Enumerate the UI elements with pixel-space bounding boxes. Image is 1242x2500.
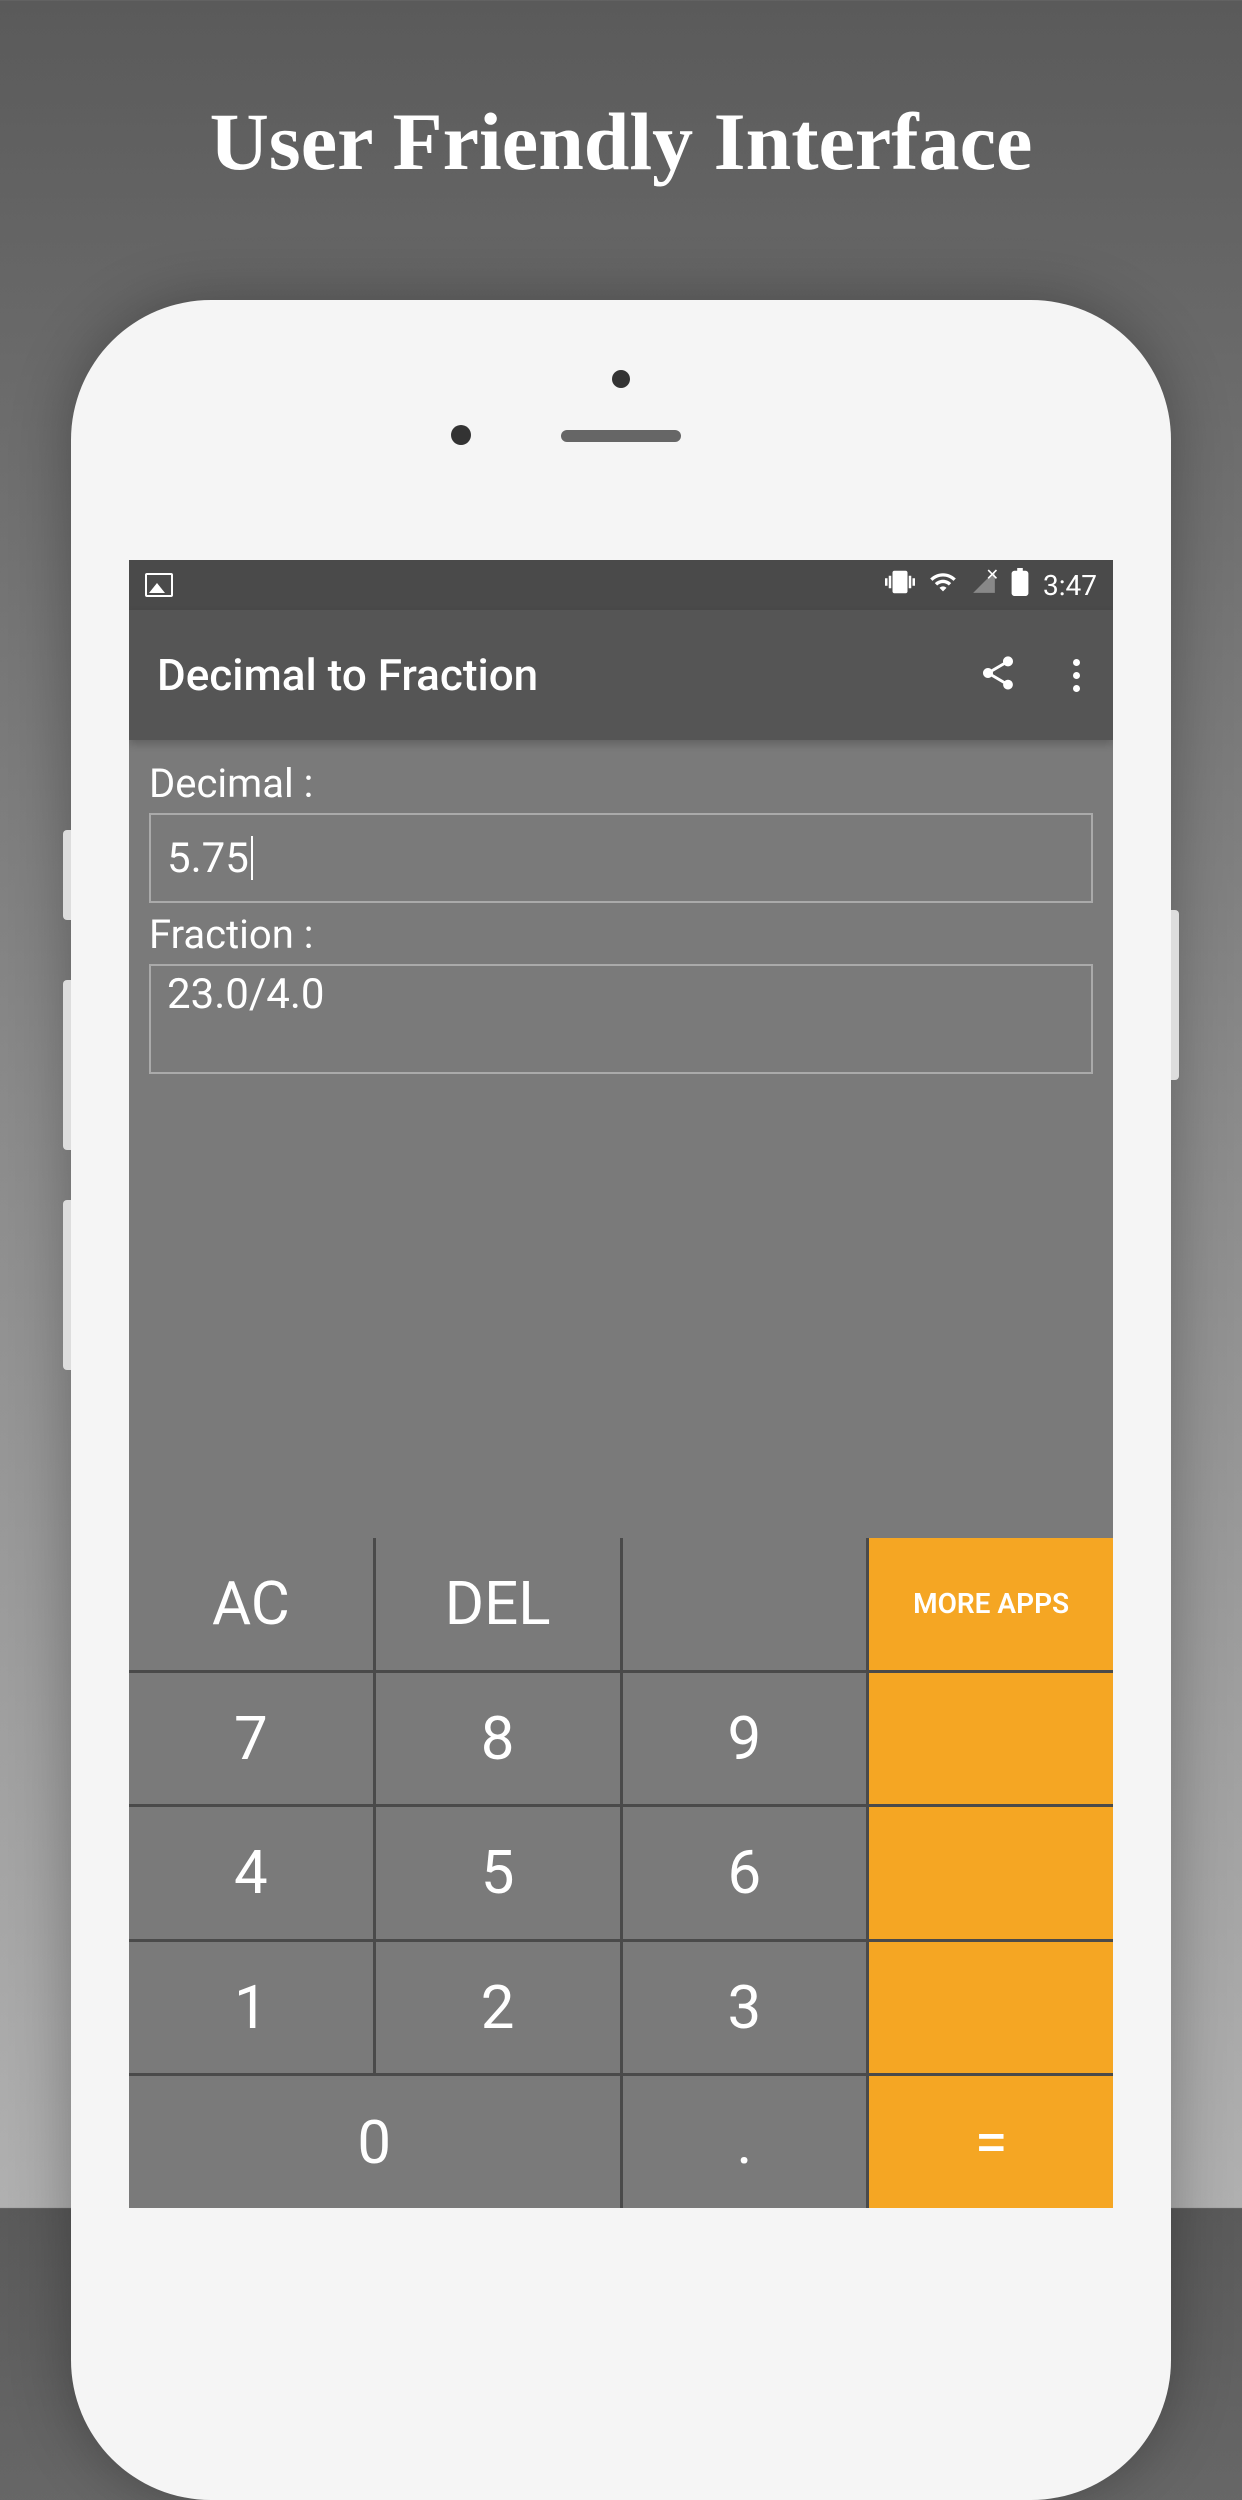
phone-camera [451, 425, 471, 445]
status-bar: ✕ 3:47 [129, 560, 1113, 610]
picture-icon [145, 573, 173, 597]
ac-button[interactable]: AC [129, 1538, 373, 1670]
more-icon[interactable] [1068, 649, 1085, 702]
equals-button[interactable]: = [869, 2076, 1113, 2208]
key-8[interactable]: 8 [376, 1673, 620, 1805]
promo-title: User Friendly Interface [0, 0, 1242, 189]
decimal-value: 5.75 [167, 834, 249, 883]
wifi-icon [929, 568, 957, 603]
battery-icon [1011, 568, 1029, 603]
empty-button[interactable] [623, 1538, 867, 1670]
key-5[interactable]: 5 [376, 1807, 620, 1939]
more-apps-button[interactable]: MORE APPS [869, 1538, 1113, 1670]
key-7[interactable]: 7 [129, 1673, 373, 1805]
key-1[interactable]: 1 [129, 1942, 373, 2074]
share-icon[interactable] [978, 653, 1018, 697]
keypad: AC DEL MORE APPS 7 8 9 4 5 6 1 2 3 0 . = [129, 1538, 1113, 2208]
key-blank-1[interactable] [869, 1673, 1113, 1805]
status-time: 3:47 [1043, 569, 1097, 602]
decimal-input[interactable]: 5.75 [149, 813, 1093, 903]
decimal-label: Decimal : [149, 760, 1093, 807]
key-3[interactable]: 3 [623, 1942, 867, 2074]
signal-icon: ✕ [971, 569, 997, 602]
key-2[interactable]: 2 [376, 1942, 620, 2074]
content-area: Decimal : 5.75 Fraction : 23.0/4.0 [129, 740, 1113, 1086]
text-cursor [251, 836, 253, 880]
del-button[interactable]: DEL [376, 1538, 620, 1670]
phone-side-button [63, 1200, 71, 1370]
key-0[interactable]: 0 [129, 2076, 620, 2208]
app-bar: Decimal to Fraction [129, 610, 1113, 740]
key-blank-3[interactable] [869, 1942, 1113, 2074]
phone-frame: ✕ 3:47 Decimal to Fraction Decimal : [71, 300, 1171, 2500]
phone-speaker [561, 430, 681, 442]
phone-side-button [63, 980, 71, 1150]
key-4[interactable]: 4 [129, 1807, 373, 1939]
phone-side-button [63, 830, 71, 920]
key-9[interactable]: 9 [623, 1673, 867, 1805]
fraction-value: 23.0/4.0 [167, 970, 325, 1019]
key-blank-2[interactable] [869, 1807, 1113, 1939]
fraction-label: Fraction : [149, 911, 1093, 958]
key-6[interactable]: 6 [623, 1807, 867, 1939]
key-dot[interactable]: . [623, 2076, 867, 2208]
phone-side-button [1171, 910, 1179, 1080]
vibrate-icon [885, 567, 915, 604]
fraction-output: 23.0/4.0 [149, 964, 1093, 1074]
phone-notch [612, 370, 630, 388]
app-screen: ✕ 3:47 Decimal to Fraction Decimal : [129, 560, 1113, 2208]
app-title: Decimal to Fraction [157, 649, 538, 701]
